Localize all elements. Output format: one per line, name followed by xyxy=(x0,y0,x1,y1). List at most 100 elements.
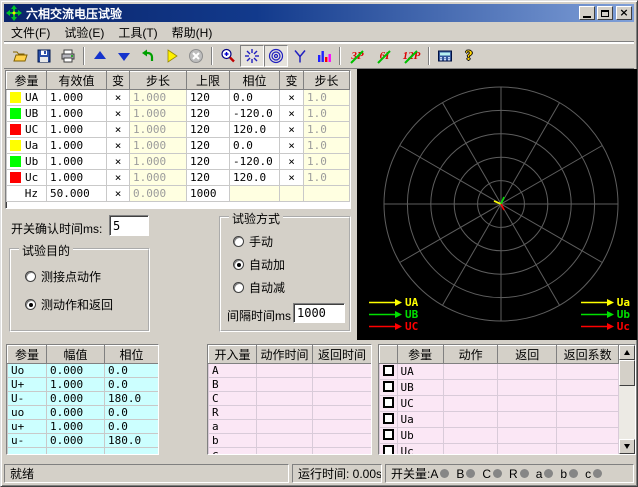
app-window: 六相交流电压试验 × 文件(F) 试验(E) 工具(T) 帮助(H) xyxy=(0,0,638,487)
rms-cell[interactable]: 1.000 xyxy=(47,106,107,122)
print-button[interactable] xyxy=(56,45,80,67)
open-button[interactable] xyxy=(8,45,32,67)
vary-cell[interactable]: × xyxy=(280,170,304,186)
radio-contact-action[interactable]: 测接点动作 xyxy=(25,268,101,285)
phase-cell[interactable]: 120.0 xyxy=(230,122,280,138)
menu-help[interactable]: 帮助(H) xyxy=(165,22,220,43)
limit-cell[interactable]: 1000 xyxy=(187,186,230,202)
radio-manual[interactable]: 手动 xyxy=(233,233,273,250)
rms-cell[interactable]: 1.000 xyxy=(47,90,107,106)
col-phase: 相位 xyxy=(105,346,159,364)
minimize-button[interactable] xyxy=(579,6,595,20)
harmonic-view-button[interactable] xyxy=(312,45,336,67)
phase-cell[interactable]: -120.0 xyxy=(230,106,280,122)
rms-cell[interactable]: 1.000 xyxy=(47,170,107,186)
sequence-table-panel: 参量 幅值 相位 Uo0.0000.0 U+1.0000.0 U-0.00018… xyxy=(6,344,159,455)
phase-cell[interactable]: -120.0 xyxy=(230,154,280,170)
vertical-scrollbar[interactable] xyxy=(619,345,635,454)
rms-cell[interactable]: 50.000 xyxy=(47,186,107,202)
step-down-button[interactable] xyxy=(112,45,136,67)
rms-cell[interactable]: 1.000 xyxy=(47,154,107,170)
checkbox[interactable] xyxy=(383,365,394,376)
vary-cell[interactable]: × xyxy=(280,106,304,122)
help-button[interactable]: ? xyxy=(457,45,481,67)
mode-12p-button[interactable]: 12P xyxy=(398,45,425,67)
limit-cell[interactable]: 120 xyxy=(187,122,230,138)
limit-cell[interactable]: 120 xyxy=(187,90,230,106)
menu-tools[interactable]: 工具(T) xyxy=(111,22,164,43)
vary-cell[interactable]: × xyxy=(107,186,130,202)
interval-input[interactable] xyxy=(293,303,345,323)
run-button[interactable] xyxy=(160,45,184,67)
limit-cell[interactable]: 120 xyxy=(187,170,230,186)
return-time-cell xyxy=(313,434,372,448)
vary-cell[interactable]: × xyxy=(280,122,304,138)
scroll-up-button[interactable] xyxy=(619,345,635,360)
mode-3p-button[interactable]: 3P xyxy=(344,45,371,67)
rms-cell[interactable]: 1.000 xyxy=(47,138,107,154)
vary-cell[interactable]: × xyxy=(280,154,304,170)
maximize-button[interactable] xyxy=(597,6,613,20)
phase-cell[interactable]: 120.0 xyxy=(230,170,280,186)
scrollbar-thumb[interactable] xyxy=(619,360,635,386)
impedance-view-button[interactable] xyxy=(264,45,288,67)
checkbox[interactable] xyxy=(383,445,394,456)
param-label-cell: UA xyxy=(7,90,47,106)
radio-auto-decrease[interactable]: 自动减 xyxy=(233,279,285,296)
vary-cell[interactable]: × xyxy=(107,106,130,122)
table-header-row: 开入量 动作时间 返回时间 xyxy=(209,346,372,364)
step-cell: 1.000 xyxy=(130,106,187,122)
return-time-cell xyxy=(313,364,372,378)
mode-6i-button[interactable]: 6I xyxy=(371,45,398,67)
limit-cell[interactable]: 120 xyxy=(187,154,230,170)
phase-step-cell: 1.0 xyxy=(304,90,350,106)
save-button[interactable] xyxy=(32,45,56,67)
legend-item: UB xyxy=(369,309,418,320)
table-row: c xyxy=(209,448,372,456)
step-up-button[interactable] xyxy=(88,45,112,67)
action-cell xyxy=(443,380,498,396)
rms-cell[interactable]: 1.000 xyxy=(47,122,107,138)
vary-cell[interactable]: × xyxy=(107,90,130,106)
radio-auto-increase[interactable]: 自动加 xyxy=(233,256,285,273)
limit-cell[interactable]: 120 xyxy=(187,106,230,122)
vary-cell[interactable]: × xyxy=(280,138,304,154)
vary-cell[interactable]: × xyxy=(107,170,130,186)
action-time-cell xyxy=(257,392,313,406)
checkbox[interactable] xyxy=(383,397,394,408)
vary-cell[interactable]: × xyxy=(107,138,130,154)
checkbox[interactable] xyxy=(383,413,394,424)
phase-cell[interactable]: 0.0 xyxy=(230,90,280,106)
scroll-down-button[interactable] xyxy=(619,439,635,454)
limit-cell[interactable]: 120 xyxy=(187,138,230,154)
menu-file[interactable]: 文件(F) xyxy=(4,22,57,43)
phase-cell[interactable]: 0.0 xyxy=(230,138,280,154)
stop-button[interactable] xyxy=(184,45,208,67)
radio-action-and-return[interactable]: 测动作和返回 xyxy=(25,296,113,313)
checkbox[interactable] xyxy=(383,429,394,440)
title-bar: 六相交流电压试验 × xyxy=(4,4,634,22)
toolbar-separator xyxy=(339,47,341,65)
switch-confirm-input[interactable] xyxy=(109,215,149,236)
table-row: Ub xyxy=(380,428,619,444)
reset-button[interactable] xyxy=(136,45,160,67)
calculator-button[interactable] xyxy=(433,45,457,67)
vector-view-button[interactable] xyxy=(240,45,264,67)
vary-cell[interactable]: × xyxy=(107,154,130,170)
zoom-button[interactable] xyxy=(216,45,240,67)
menu-test[interactable]: 试验(E) xyxy=(57,22,111,43)
switch-state-icon xyxy=(440,469,449,478)
table-row: Uc 1.000 × 1.000 120 120.0 × 1.0 xyxy=(7,170,350,186)
checkbox[interactable] xyxy=(383,381,394,392)
table-row: u+1.0000.0 xyxy=(8,420,159,434)
close-button[interactable]: × xyxy=(616,6,632,20)
y-connection-button[interactable] xyxy=(288,45,312,67)
col-vary2: 变 xyxy=(280,72,304,90)
test-purpose-group: 试验目的 测接点动作 测动作和返回 xyxy=(9,248,150,332)
result-table: 参量 动作 返回 返回系数 UA UB UC Ua Ub Uc xyxy=(379,345,619,455)
vary-cell[interactable]: × xyxy=(107,122,130,138)
vary-cell[interactable]: × xyxy=(280,90,304,106)
run-icon xyxy=(164,48,180,64)
phase-cell xyxy=(230,186,280,202)
switch-r: R xyxy=(509,467,518,481)
